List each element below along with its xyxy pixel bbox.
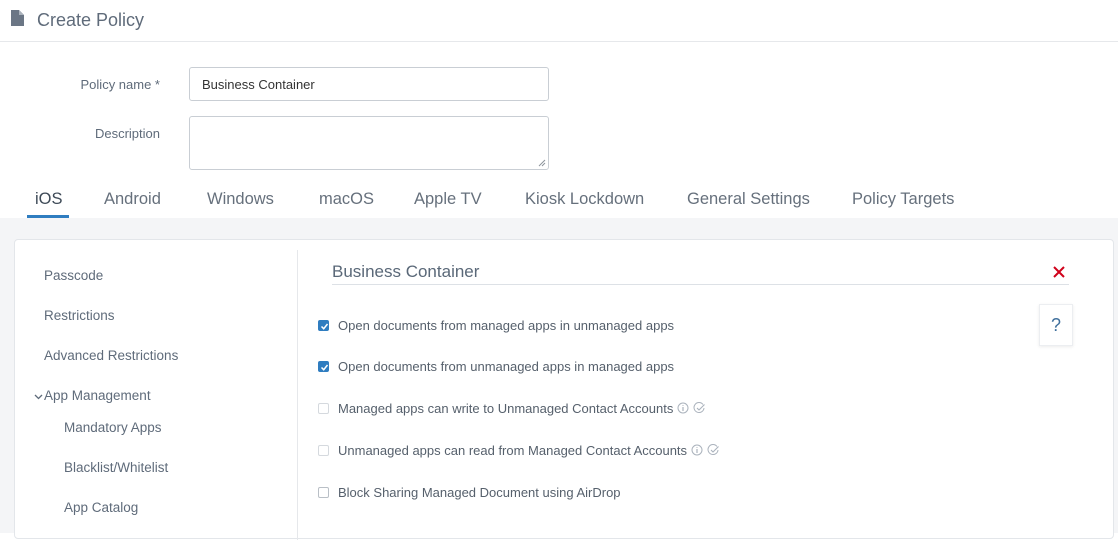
section-title: Business Container [332,262,480,281]
title-divider [332,284,1069,285]
option-row: Block Sharing Managed Document using Air… [318,483,621,501]
sidebar-item-blacklist-whitelist[interactable]: Blacklist/Whitelist [64,460,168,475]
document-icon [11,10,24,26]
tab-apple-tv[interactable]: Apple TV [414,190,482,209]
sidebar-item-label: App Management [44,388,151,403]
verified-icon [707,444,720,456]
resize-grip-icon[interactable] [538,159,546,167]
sidebar-item-restrictions[interactable]: Restrictions [44,308,115,323]
tab-windows[interactable]: Windows [207,190,274,209]
checkbox-open-unmanaged-in-managed[interactable] [318,360,329,372]
tab-android[interactable]: Android [104,190,161,209]
page-title: Create Policy [37,10,145,30]
option-label: Unmanaged apps can read from Managed Con… [338,442,688,458]
checkmark-icon [320,323,329,330]
policy-name-label: Policy name * [80,77,160,92]
info-icon[interactable] [677,402,689,414]
option-row: Unmanaged apps can read from Managed Con… [318,441,720,459]
option-label: Block Sharing Managed Document using Air… [338,484,621,500]
info-icon[interactable] [691,444,703,456]
sidebar-item-app-catalog[interactable]: App Catalog [64,500,138,515]
description-textarea[interactable] [189,116,549,170]
sidebar-item-mandatory-apps[interactable]: Mandatory Apps [64,420,162,435]
checkbox-managed-write-unmanaged-contacts[interactable] [318,402,329,414]
option-row: Managed apps can write to Unmanaged Cont… [318,399,706,417]
platform-tabs: iOS Android Windows macOS Apple TV Kiosk… [0,186,1118,218]
tab-kiosk-lockdown[interactable]: Kiosk Lockdown [525,190,644,209]
description-label: Description [94,126,160,141]
sidebar-divider [297,250,298,540]
option-label: Open documents from unmanaged apps in ma… [338,358,675,374]
checkbox-open-managed-in-unmanaged[interactable] [318,319,329,331]
checkmark-icon [320,364,329,371]
settings-panel: Passcode Restrictions Advanced Restricti… [0,218,1118,540]
option-label: Managed apps can write to Unmanaged Cont… [338,400,674,416]
tab-ios[interactable]: iOS [35,190,63,209]
sidebar-item-advanced-restrictions[interactable]: Advanced Restrictions [44,348,178,363]
close-icon[interactable] [1051,264,1067,280]
policy-name-input[interactable] [189,67,549,101]
option-row: Open documents from managed apps in unma… [318,316,674,334]
checkbox-unmanaged-read-managed-contacts[interactable] [318,444,329,456]
checkbox-block-airdrop[interactable] [318,486,329,498]
sidebar-item-app-management[interactable]: App Management [34,388,151,403]
chevron-down-icon [34,392,44,403]
tab-policy-targets[interactable]: Policy Targets [852,190,954,209]
option-row: Open documents from unmanaged apps in ma… [318,357,674,375]
tab-general-settings[interactable]: General Settings [687,190,810,209]
page-header: Create Policy [0,0,1118,42]
sidebar-item-passcode[interactable]: Passcode [44,268,103,283]
settings-card: Passcode Restrictions Advanced Restricti… [14,239,1114,540]
help-button[interactable]: ? [1039,304,1073,346]
verified-icon [693,402,706,414]
tab-macos[interactable]: macOS [319,190,374,209]
option-label: Open documents from managed apps in unma… [338,317,675,333]
